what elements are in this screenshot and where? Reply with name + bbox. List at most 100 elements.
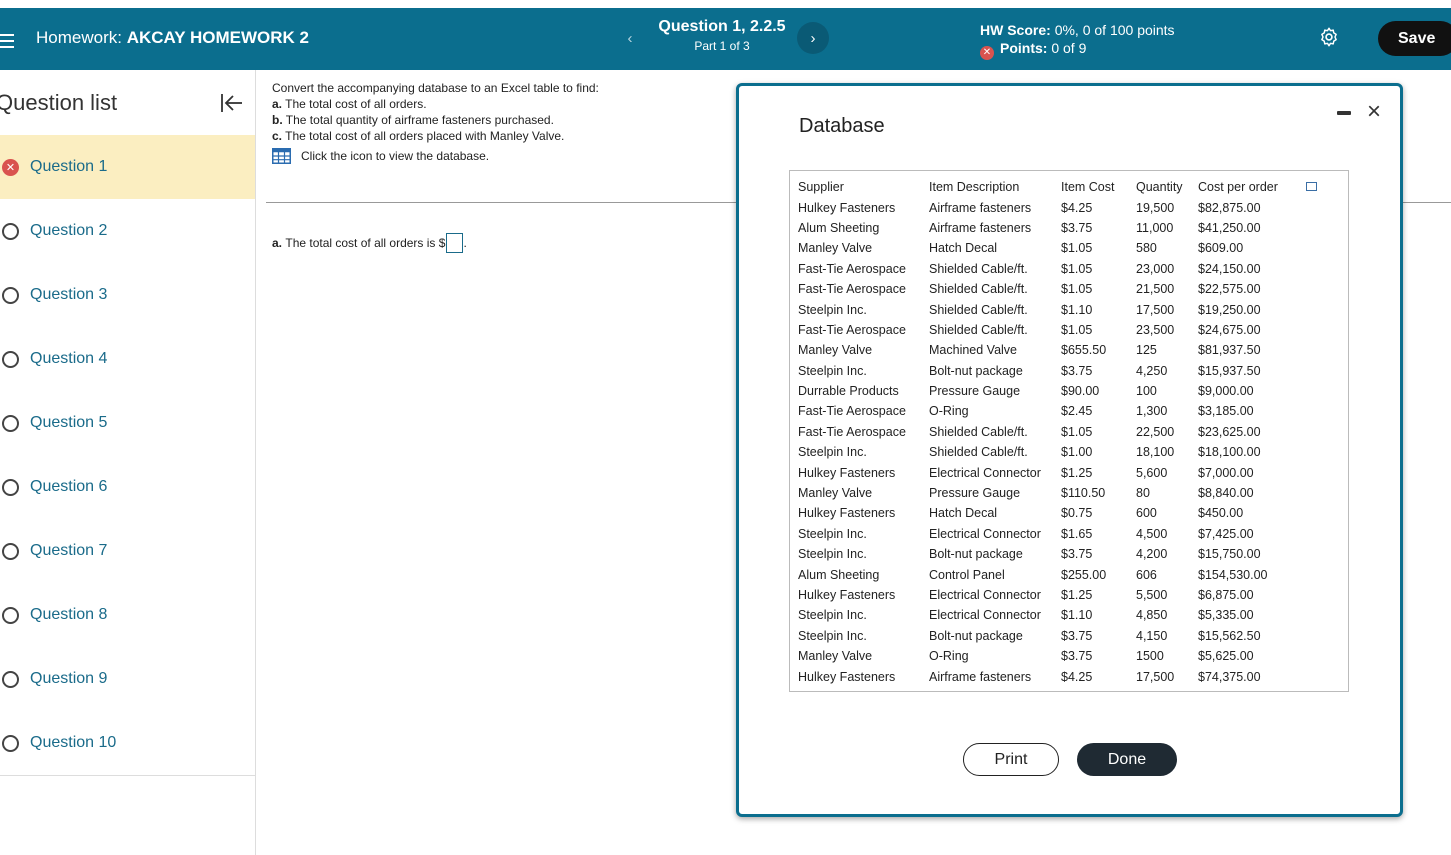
done-button[interactable]: Done — [1077, 743, 1177, 776]
table-cell: $18,100.00 — [1198, 445, 1261, 460]
homework-name: AKCAY HOMEWORK 2 — [126, 28, 310, 47]
table-cell: Alum Sheeting — [798, 220, 880, 235]
print-button[interactable]: Print — [963, 743, 1059, 776]
table-cell: 22,500 — [1136, 424, 1175, 439]
table-cell: Airframe fasteners — [929, 669, 1032, 684]
table-cell: Steelpin Inc. — [798, 445, 867, 460]
table-cell: $3.75 — [1061, 363, 1093, 378]
table-row: Steelpin Inc. Bolt-nut package $3.75 4,250 $… — [796, 361, 1306, 381]
answer-row: a. The total cost of all orders is $ . — [272, 233, 467, 253]
question-title: Question 1, 2.2.5 — [658, 18, 786, 35]
table-cell: 4,500 — [1136, 526, 1168, 541]
table-cell: Alum Sheeting — [798, 567, 880, 582]
question-item-2[interactable]: Question 2 — [0, 199, 255, 263]
question-intro: Convert the accompanying database to an … — [272, 81, 599, 95]
table-cell: $90.00 — [1061, 384, 1100, 399]
table-row: Hulkey Fasteners Electrical Connector $1.2… — [796, 462, 1306, 482]
points-value: 0 of 9 — [1051, 40, 1087, 56]
table-cell: Electrical Connector — [929, 608, 1041, 623]
table-cell: 1,300 — [1136, 404, 1168, 419]
question-content: Convert the accompanying database to an … — [272, 80, 599, 164]
hw-score-value: 0%, 0 of 100 points — [1054, 22, 1175, 38]
table-cell: Shielded Cable/ft. — [929, 445, 1028, 460]
table-row: Durrable Products Pressure Gauge $90.00 100… — [796, 381, 1306, 401]
table-cell: $15,562.50 — [1198, 628, 1261, 643]
table-cell: Pressure Gauge — [929, 384, 1021, 399]
table-cell: $8,840.00 — [1198, 486, 1254, 501]
homework-title: Homework: AKCAY HOMEWORK 2 — [36, 28, 309, 48]
question-item-7[interactable]: Question 7 — [0, 519, 255, 583]
answer-suffix: . — [463, 236, 467, 250]
question-item-8[interactable]: Question 8 — [0, 583, 255, 647]
dialog-title: Database — [799, 115, 885, 137]
question-item-9[interactable]: Question 9 — [0, 647, 255, 711]
table-cell: $1.10 — [1061, 302, 1093, 317]
status-circle-icon — [2, 670, 19, 688]
table-cell: 17,500 — [1136, 302, 1175, 317]
previous-question-button[interactable]: ‹ — [614, 22, 646, 54]
table-row: Manley Valve Machined Valve $655.50 125 $81,… — [796, 340, 1306, 360]
table-cell: Fast-Tie Aerospace — [798, 404, 906, 419]
question-item-1[interactable]: ✕ Question 1 — [0, 135, 255, 199]
question-item-label: Question 9 — [30, 670, 108, 687]
table-cell: Steelpin Inc. — [798, 608, 867, 623]
table-cell: Airframe fasteners — [929, 220, 1032, 235]
table-cell: Hulkey Fasteners — [798, 506, 896, 521]
question-item-5[interactable]: Question 5 — [0, 391, 255, 455]
table-cell: $7,000.00 — [1198, 465, 1254, 480]
table-cell: $41,250.00 — [1198, 220, 1261, 235]
table-cell: $1.05 — [1061, 261, 1093, 276]
table-cell: 19,500 — [1136, 200, 1175, 215]
next-question-button[interactable]: › — [797, 22, 829, 54]
table-cell: $15,937.50 — [1198, 363, 1261, 378]
incorrect-icon: ✕ — [980, 46, 994, 60]
table-row: Steelpin Inc. Bolt-nut package $3.75 4,200 $… — [796, 544, 1306, 564]
gear-icon[interactable] — [1318, 26, 1340, 48]
table-cell: 5,600 — [1136, 465, 1168, 480]
question-part-c: c. The total cost of all orders placed w… — [272, 129, 565, 143]
table-cell: Manley Valve — [798, 649, 873, 664]
question-item-3[interactable]: Question 3 — [0, 263, 255, 327]
save-button[interactable]: Save — [1378, 21, 1451, 56]
table-cell: Fast-Tie Aerospace — [798, 282, 906, 297]
table-row: Fast-Tie Aerospace Shielded Cable/ft. $1.0… — [796, 422, 1306, 442]
question-list-sidebar: Question list ✕ Question 1 Question 2 Qu… — [0, 70, 256, 855]
table-cell: 4,850 — [1136, 608, 1168, 623]
question-item-label: Question 10 — [30, 734, 117, 751]
table-row: Alum Sheeting Control Panel $255.00 606 $154… — [796, 564, 1306, 584]
status-circle-icon — [2, 542, 19, 560]
close-icon[interactable]: × — [1367, 100, 1381, 124]
table-cell: Shielded Cable/ft. — [929, 424, 1028, 439]
table-cell: Steelpin Inc. — [798, 628, 867, 643]
table-cell: 80 — [1136, 486, 1150, 501]
question-item-label: Question 4 — [30, 350, 108, 367]
answer-input[interactable] — [446, 233, 464, 253]
minimize-icon[interactable] — [1337, 111, 1351, 115]
points-label: Points: — [1000, 40, 1048, 56]
question-item-10[interactable]: Question 10 — [0, 711, 255, 775]
column-header: Cost per order — [1198, 180, 1278, 195]
chevron-left-icon: ‹ — [627, 29, 633, 47]
database-link[interactable]: Click the icon to view the database. — [272, 148, 599, 164]
table-row: Steelpin Inc. Electrical Connector $1.10 4,… — [796, 605, 1306, 625]
table-cell: Durrable Products — [798, 384, 899, 399]
question-item-4[interactable]: Question 4 — [0, 327, 255, 391]
table-cell: Bolt-nut package — [929, 547, 1023, 562]
table-cell: Shielded Cable/ft. — [929, 322, 1028, 337]
score-panel: HW Score: 0%, 0 of 100 points ✕ Points: 0… — [980, 21, 1175, 60]
table-cell: 11,000 — [1136, 220, 1174, 235]
table-row: Fast-Tie Aerospace Shielded Cable/ft. $1.0… — [796, 259, 1306, 279]
question-item-6[interactable]: Question 6 — [0, 455, 255, 519]
table-cell: $5,625.00 — [1198, 649, 1254, 664]
expand-table-icon[interactable] — [1306, 182, 1317, 191]
table-cell: 125 — [1136, 343, 1157, 358]
table-cell: Machined Valve — [929, 343, 1018, 358]
table-grid-icon[interactable] — [272, 148, 291, 164]
table-cell: $655.50 — [1061, 343, 1107, 358]
status-circle-icon — [2, 414, 19, 432]
table-cell: Shielded Cable/ft. — [929, 302, 1028, 317]
collapse-sidebar-icon[interactable] — [220, 92, 244, 114]
menu-icon[interactable] — [0, 34, 16, 48]
table-row: Alum Sheeting Airframe fasteners $3.75 11,0… — [796, 218, 1306, 238]
table-cell: Hulkey Fasteners — [798, 200, 896, 215]
